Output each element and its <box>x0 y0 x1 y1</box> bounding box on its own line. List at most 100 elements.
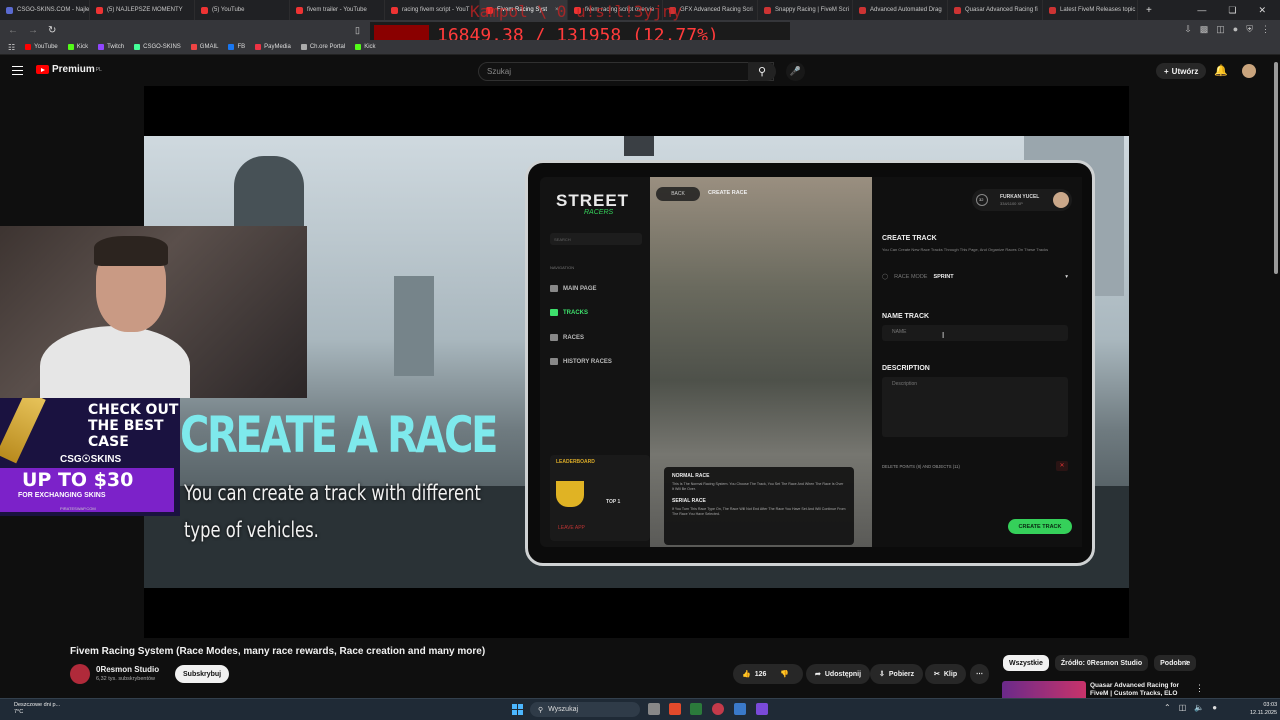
voice-search-button[interactable]: 🎤 <box>786 62 805 81</box>
browser-tab[interactable]: racing fivem script - YouT <box>385 0 480 20</box>
browser-tab-label: fivem trailer - YouTube <box>307 7 367 13</box>
bookmark-item[interactable]: YouTube <box>25 44 58 50</box>
like-count[interactable]: 126 <box>755 671 767 678</box>
download-button[interactable]: ⇩ Pobierz <box>870 664 924 684</box>
recommended-video-title[interactable]: Quasar Advanced Racing for FiveM | Custo… <box>1090 682 1190 698</box>
leave-app-button[interactable]: LEAVE APP <box>558 525 585 531</box>
more-vert-icon[interactable]: ⋮ <box>1195 683 1204 694</box>
delete-icon[interactable]: ✕ <box>1056 461 1068 471</box>
browser-tab[interactable]: fivem trailer - YouTube <box>290 0 385 20</box>
tablet-nav-main-page[interactable]: MAIN PAGE <box>550 285 597 292</box>
account-avatar[interactable] <box>1242 64 1256 78</box>
streamer-webcam <box>0 226 307 398</box>
search-input[interactable]: Szukaj <box>478 62 774 81</box>
bookmark-item[interactable]: Twitch <box>98 44 124 50</box>
shield-icon[interactable]: ⛨ <box>1246 24 1253 35</box>
browser-tab[interactable]: (5) YouTube <box>195 0 290 20</box>
youtube-logo[interactable]: Premium PL <box>36 64 102 75</box>
normal-race-text: This Is The Normal Racing System. You Ch… <box>672 482 844 491</box>
excel-icon[interactable] <box>690 703 702 715</box>
create-button[interactable]: + Utwórz <box>1156 63 1207 79</box>
back-button[interactable]: BACK <box>656 187 700 201</box>
notifications-bell-icon[interactable]: 🔔 <box>1214 64 1228 77</box>
steam-icon[interactable] <box>734 703 746 715</box>
user-profile-pill: 32 FURKAN YUCEL 334/1100 XP <box>972 189 1072 211</box>
restore-icon[interactable]: ❏ <box>1228 5 1236 16</box>
site-favicon-icon <box>1049 6 1056 14</box>
chip-similar[interactable]: Podobne <box>1154 655 1197 671</box>
more-actions-button[interactable]: ⋯ <box>970 664 989 684</box>
clip-label: Klip <box>943 670 958 678</box>
browser-tab[interactable]: CSGO-SKINS.COM - Najlep <box>0 0 90 20</box>
forward-icon[interactable]: → <box>28 25 38 36</box>
text-cursor-icon: I <box>942 331 945 340</box>
extensions-icon[interactable]: ▩ <box>1200 24 1209 35</box>
car-icon: ◯ <box>882 274 889 280</box>
create-track-heading: CREATE TRACK <box>882 235 937 242</box>
create-track-button[interactable]: CREATE TRACK <box>1008 519 1072 534</box>
share-button[interactable]: ➦ Udostępnij <box>806 664 871 684</box>
bookmark-item[interactable]: CSGO-SKINS <box>134 44 181 50</box>
bookmark-item[interactable]: FB <box>228 44 245 50</box>
user-name: FURKAN YUCEL <box>1000 194 1040 200</box>
track-name-input[interactable]: NAME <box>882 325 1068 341</box>
discord-icon[interactable] <box>756 703 768 715</box>
bookmark-favicon-icon <box>300 44 307 50</box>
search-button[interactable]: ⚲ <box>748 62 776 81</box>
page-scrollbar[interactable] <box>1274 62 1278 274</box>
browser-tab[interactable]: Snappy Racing | FiveM Scri <box>758 0 853 20</box>
browser-tab[interactable]: Quasar Advanced Racing fi <box>948 0 1043 20</box>
tablet-nav-history[interactable]: HISTORY RACES <box>550 358 612 365</box>
bookmark-item[interactable]: PayMedia <box>255 44 291 50</box>
close-icon[interactable]: ✕ <box>1258 5 1266 16</box>
tablet-nav-tracks[interactable]: TRACKS <box>550 309 588 316</box>
like-icon[interactable]: 👍 <box>742 670 751 678</box>
race-mode-select[interactable]: ◯ RACE MODE SPRINT ▾ <box>882 269 1068 285</box>
dislike-icon[interactable]: 👎 <box>780 670 789 678</box>
leaderboard-title: LEADERBOARD <box>556 459 595 465</box>
app-icon[interactable] <box>712 703 724 715</box>
weather-widget[interactable]: Deszczowe dni p... 7°C <box>14 702 60 716</box>
brave-browser-icon[interactable] <box>669 703 681 715</box>
file-explorer-icon[interactable] <box>648 703 660 715</box>
bookmark-favicon-icon <box>25 44 32 50</box>
apps-grid-icon[interactable]: ☷ <box>8 43 15 52</box>
reload-icon[interactable]: ↻ <box>48 25 56 36</box>
tablet-nav-races[interactable]: RACES <box>550 334 584 341</box>
bookmark-item[interactable]: Kick <box>355 44 376 50</box>
windows-start-icon[interactable] <box>512 704 523 715</box>
chip-all[interactable]: Wszystkie <box>1003 655 1049 671</box>
subscribe-button[interactable]: Subskrybuj <box>175 665 230 683</box>
download-icon[interactable]: ⇩ <box>1184 24 1192 35</box>
bookmark-item[interactable]: Kick <box>67 44 89 50</box>
bookmark-icon[interactable]: ▯ <box>355 25 360 36</box>
bookmark-item[interactable]: Ch.ore Portal <box>300 44 345 50</box>
volume-icon[interactable]: 🔈 <box>1194 703 1204 712</box>
browser-tab[interactable]: Latest FiveM Releases topic <box>1043 0 1138 20</box>
tablet-search-input[interactable]: SEARCH <box>550 233 642 245</box>
back-icon[interactable]: ← <box>8 25 18 36</box>
hamburger-menu-icon[interactable] <box>12 66 23 75</box>
chevron-up-icon[interactable]: ⌃ <box>1164 703 1171 712</box>
taskbar-search[interactable]: ⚲ Wyszukaj <box>530 702 640 717</box>
menu-dots-icon[interactable]: ⋮ <box>1261 24 1270 35</box>
minimize-icon[interactable]: — <box>1197 5 1206 15</box>
language-icon[interactable]: ● <box>1212 703 1217 712</box>
browser-tab[interactable]: (5) NAJLEPSZE MOMENTY <box>90 0 195 20</box>
chip-source[interactable]: Źródło: 0Resmon Studio <box>1054 655 1149 671</box>
new-tab-button[interactable]: + <box>1138 5 1160 16</box>
split-view-icon[interactable]: ◫ <box>1216 24 1225 35</box>
taskbar-clock[interactable]: 03:03 12.11.2025 <box>1250 701 1277 717</box>
browser-tab[interactable]: Advanced Automated Drag <box>853 0 948 20</box>
track-description-input[interactable]: Description <box>882 377 1068 437</box>
chevron-right-icon[interactable]: › <box>1185 657 1188 668</box>
channel-name[interactable]: 0Resmon Studio <box>96 665 159 674</box>
network-icon[interactable]: ◫ <box>1179 703 1187 712</box>
leaderboard-card[interactable]: LEADERBOARD TOP 1 LEAVE APP <box>550 455 650 541</box>
clip-button[interactable]: ✂ Klip <box>925 664 967 684</box>
channel-avatar[interactable] <box>70 664 90 684</box>
profile-icon[interactable]: ● <box>1233 24 1238 35</box>
bookmark-item[interactable]: GMAIL <box>190 44 218 50</box>
tablet-ui: STREET RACERS SEARCH NAVIGATION MAIN PAG… <box>525 160 1095 566</box>
bookmark-label: Kick <box>76 44 89 50</box>
